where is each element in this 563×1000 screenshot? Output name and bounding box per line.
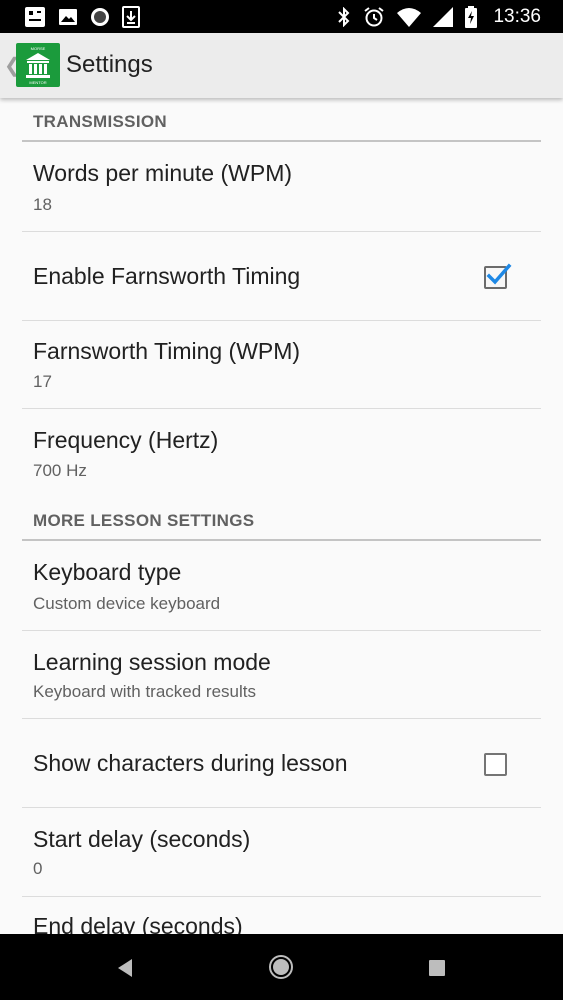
morse-mentor-logo-icon[interactable]: MORSE MENTOR (16, 43, 60, 87)
pref-summary: 17 (33, 372, 52, 391)
pref-summary: 700 Hz (33, 461, 87, 480)
farnsworth-checkbox[interactable] (484, 263, 512, 289)
alarm-icon (363, 6, 385, 28)
bluetooth-icon (337, 6, 351, 27)
pref-keyboard-type[interactable]: Keyboard type Custom device keyboard (22, 541, 541, 629)
pref-enable-farnsworth-timing[interactable]: Enable Farnsworth Timing (22, 232, 541, 320)
pref-learning-session-mode[interactable]: Learning session mode Keyboard with trac… (22, 631, 541, 719)
pref-show-characters-during-lesson[interactable]: Show characters during lesson (22, 719, 541, 807)
show-characters-checkbox[interactable] (484, 753, 507, 776)
navigation-bar (0, 934, 563, 1000)
svg-text:MENTOR: MENTOR (29, 80, 46, 85)
pref-title: Words per minute (WPM) (33, 160, 293, 186)
download-icon (122, 6, 140, 28)
pref-title: Frequency (Hertz) (33, 427, 219, 453)
pref-title: Enable Farnsworth Timing (33, 263, 301, 289)
pref-summary: Custom device keyboard (33, 594, 221, 613)
pref-title: Keyboard type (33, 559, 182, 585)
pref-title: Farnsworth Timing (WPM) (33, 338, 301, 364)
pref-title: Start delay (seconds) (33, 826, 251, 852)
notification-app-icon (24, 6, 46, 28)
pref-title: End delay (seconds) (33, 913, 243, 934)
pref-summary: 0 (33, 859, 43, 878)
image-icon (58, 7, 78, 27)
signal-icon (433, 6, 454, 27)
pref-frequency[interactable]: Frequency (Hertz) 700 Hz (22, 409, 541, 497)
wifi-icon (397, 7, 422, 27)
pref-summary: 18 (33, 195, 52, 214)
pref-summary: Keyboard with tracked results (33, 682, 256, 701)
pref-end-delay[interactable]: End delay (seconds) (22, 897, 541, 934)
status-time: 13:36 (493, 5, 541, 27)
page-title: Settings (66, 51, 153, 78)
battery-icon (465, 5, 478, 28)
recents-icon[interactable] (428, 959, 446, 982)
circle-icon (90, 7, 110, 27)
pref-title: Learning session mode (33, 649, 271, 675)
settings-list[interactable]: TRANSMISSION Words per minute (WPM) 18 E… (0, 98, 563, 934)
pref-start-delay[interactable]: Start delay (seconds) 0 (22, 808, 541, 896)
category-header-more-lesson-settings: MORE LESSON SETTINGS (33, 511, 255, 530)
pref-title: Show characters during lesson (33, 750, 348, 776)
pref-words-per-minute[interactable]: Words per minute (WPM) 18 (22, 142, 541, 230)
svg-text:MORSE: MORSE (31, 46, 46, 51)
status-bar: 13:36 (0, 0, 563, 33)
pref-farnsworth-timing-wpm[interactable]: Farnsworth Timing (WPM) 17 (22, 321, 541, 409)
category-header-transmission: TRANSMISSION (33, 112, 167, 131)
home-icon[interactable] (268, 954, 294, 985)
app-bar: ❮ MORSE MENTOR Settings (0, 33, 563, 98)
back-icon[interactable] (114, 956, 136, 985)
